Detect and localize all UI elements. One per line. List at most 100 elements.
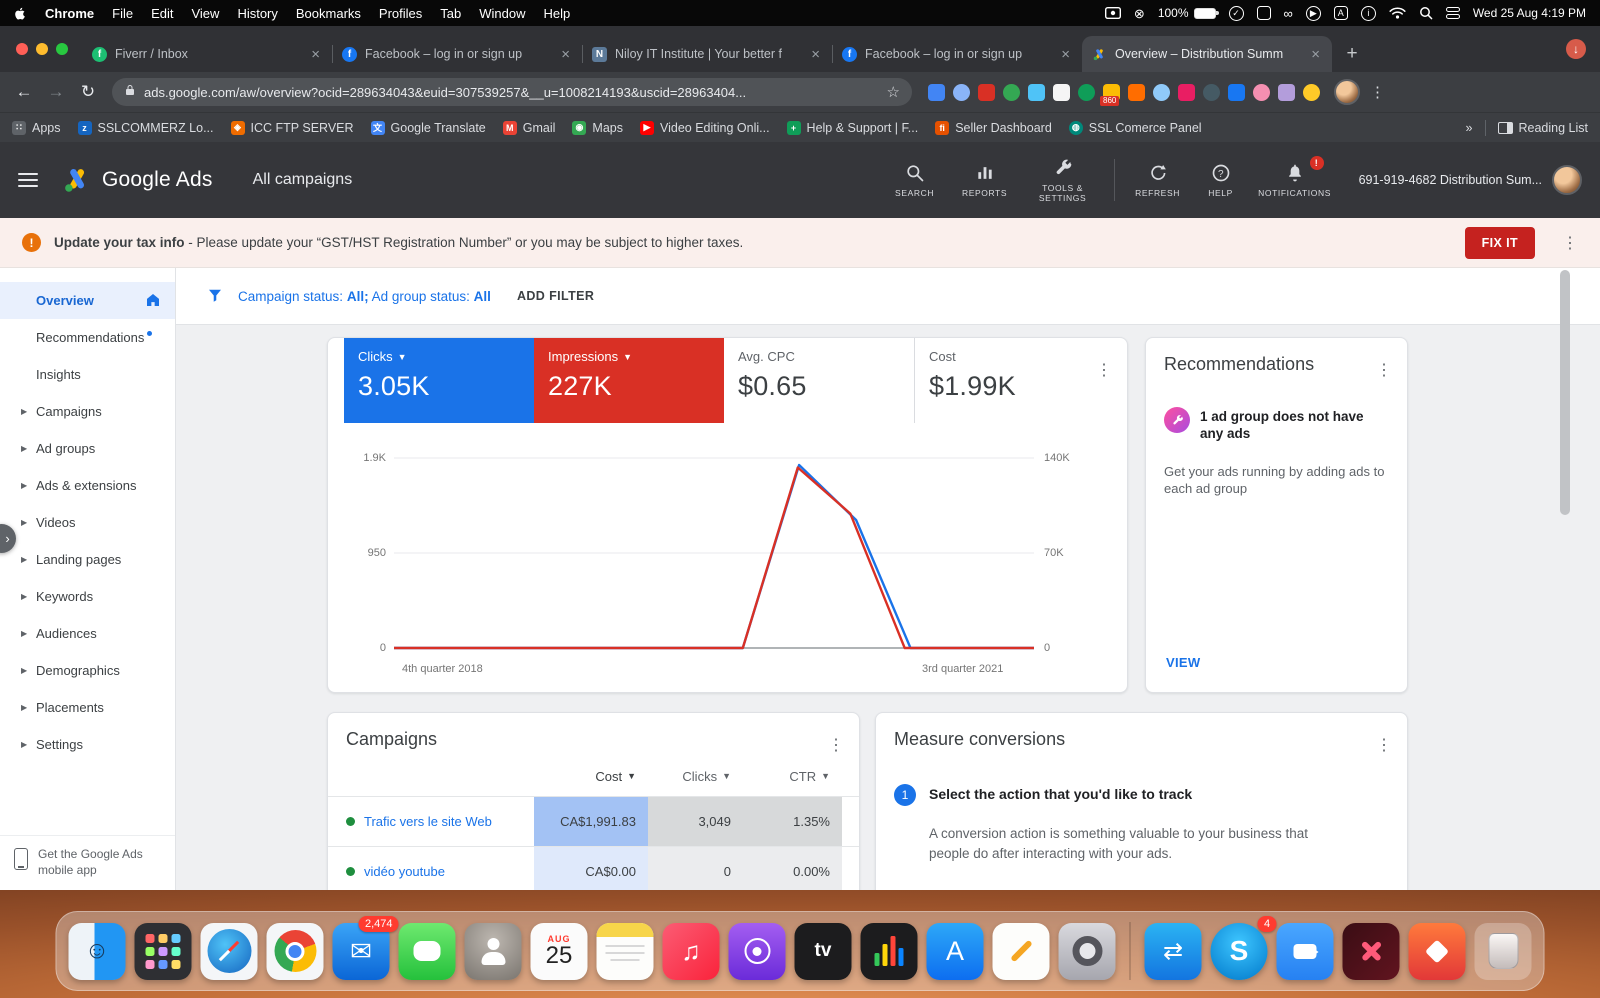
dock-podcasts-icon[interactable] [729, 923, 786, 980]
sidebar-item-campaigns[interactable]: ▶Campaigns [0, 393, 175, 430]
extension-icon[interactable] [1003, 84, 1020, 101]
trend-line-chart[interactable] [344, 450, 1104, 660]
notifications-nav-button[interactable]: NOTIFICATIONS ! [1249, 163, 1341, 198]
tab-fiverr-inbox[interactable]: f Fiverr / Inbox × [82, 36, 332, 72]
scorecard-cost[interactable]: Cost $1.99K [914, 338, 1104, 423]
dock-calendar-icon[interactable]: AUG 25 [531, 923, 588, 980]
bookmark-star-icon[interactable]: ☆ [887, 83, 900, 101]
campaign-row[interactable]: vidéo youtube CA$0.00 0 0.00% [328, 846, 859, 890]
wifi-icon[interactable] [1389, 7, 1406, 19]
chrome-profile-avatar[interactable] [1334, 79, 1360, 105]
extension-icon[interactable]: 860 [1103, 84, 1120, 101]
x-circle-icon[interactable]: ⊗ [1134, 7, 1145, 20]
sidebar-item-settings[interactable]: ▶Settings [0, 726, 175, 763]
new-tab-button[interactable]: + [1338, 40, 1366, 68]
chrome-menu-icon[interactable]: ⋮ [1364, 83, 1391, 101]
downloads-icon[interactable]: ↓ [1566, 39, 1586, 59]
app-square-icon[interactable] [1257, 6, 1271, 20]
bookmarks-overflow-chevron[interactable]: » [1466, 121, 1473, 135]
alert-menu-icon[interactable]: ⋮ [1562, 233, 1578, 253]
bookmark-gmail[interactable]: MGmail [503, 121, 556, 135]
tab-facebook-2[interactable]: f Facebook – log in or sign up × [832, 36, 1082, 72]
dock-app-store-icon[interactable]: A [927, 923, 984, 980]
dock-file-transfer-icon[interactable]: ⇄ [1145, 923, 1202, 980]
bookmark-seller-dashboard[interactable]: fiSeller Dashboard [935, 121, 1052, 135]
sidebar-item-landing-pages[interactable]: ▶Landing pages [0, 541, 175, 578]
bookmark-icc-ftp[interactable]: ◈ICC FTP SERVER [231, 121, 354, 135]
battery-indicator[interactable]: 100% [1158, 6, 1216, 20]
dock-music-icon[interactable]: ♫ [663, 923, 720, 980]
extension-icon[interactable] [1028, 84, 1045, 101]
campaign-link[interactable]: Trafic vers le site Web [364, 814, 492, 829]
tab-niloy-it[interactable]: N Niloy IT Institute | Your better f × [582, 36, 832, 72]
extension-icon[interactable] [1178, 84, 1195, 101]
extension-icon[interactable] [953, 84, 970, 101]
control-center-icon[interactable] [1446, 7, 1460, 19]
apple-menu-icon[interactable] [14, 6, 27, 21]
tab-close-icon[interactable]: × [1059, 46, 1072, 63]
scorecard-clicks[interactable]: Clicks▼ 3.05K [344, 338, 534, 423]
check-circle-icon[interactable]: ✓ [1229, 6, 1244, 21]
filter-status-chip[interactable]: Campaign status: All; Ad group status: A… [238, 289, 491, 304]
campaign-row[interactable]: Trafic vers le site Web CA$1,991.83 3,04… [328, 796, 859, 846]
fix-it-button[interactable]: FIX IT [1465, 227, 1535, 259]
menubar-item-profiles[interactable]: Profiles [379, 6, 422, 21]
reload-icon[interactable]: ↻ [74, 78, 102, 106]
tab-close-icon[interactable]: × [309, 46, 322, 63]
add-filter-button[interactable]: ADD FILTER [517, 289, 594, 303]
menubar-item-history[interactable]: History [237, 6, 277, 21]
dock-safari-icon[interactable] [201, 923, 258, 980]
dock-trash-icon[interactable] [1475, 923, 1532, 980]
zoom-window-button[interactable] [56, 43, 68, 55]
card-menu-icon[interactable]: ⋮ [1376, 360, 1392, 380]
refresh-nav-button[interactable]: REFRESH [1123, 163, 1193, 198]
dock-notes-icon[interactable] [597, 923, 654, 980]
sidebar-item-placements[interactable]: ▶Placements [0, 689, 175, 726]
sidebar-item-demographics[interactable]: ▶Demographics [0, 652, 175, 689]
page-scrollbar[interactable] [1559, 270, 1572, 888]
bookmark-help-support[interactable]: +Help & Support | F... [787, 121, 919, 135]
menubar-item-edit[interactable]: Edit [151, 6, 173, 21]
dock-red-diamond-app-icon[interactable] [1409, 923, 1466, 980]
sidebar-item-ads-extensions[interactable]: ▶Ads & extensions [0, 467, 175, 504]
google-ads-logo[interactable]: Google Ads [62, 165, 253, 195]
view-link[interactable]: VIEW [1166, 655, 1200, 670]
dock-zoom-icon[interactable] [1277, 923, 1334, 980]
forward-icon[interactable]: → [42, 78, 70, 106]
dock-messages-icon[interactable] [399, 923, 456, 980]
bookmark-google-translate[interactable]: 文Google Translate [371, 121, 486, 135]
minimize-window-button[interactable] [36, 43, 48, 55]
column-header-clicks[interactable]: Clicks▼ [648, 769, 743, 784]
grammarly-icon[interactable]: A [1334, 6, 1348, 20]
menubar-clock[interactable]: Wed 25 Aug 4:19 PM [1473, 6, 1586, 20]
scorecard-impressions[interactable]: Impressions▼ 227K [534, 338, 724, 423]
menubar-item-window[interactable]: Window [479, 6, 525, 21]
bookmark-sslcommerz[interactable]: zSSLCOMMERZ Lo... [78, 121, 214, 135]
menubar-item-tab[interactable]: Tab [440, 6, 461, 21]
tab-close-icon[interactable]: × [559, 46, 572, 63]
card-menu-icon[interactable]: ⋮ [1376, 735, 1392, 755]
column-header-cost[interactable]: Cost▼ [534, 769, 648, 784]
extension-icon[interactable] [928, 84, 945, 101]
extension-icon[interactable] [1228, 84, 1245, 101]
address-bar[interactable]: ads.google.com/aw/overview?ocid=28963404… [112, 78, 912, 106]
dock-launchpad-icon[interactable] [135, 923, 192, 980]
dock-contacts-icon[interactable] [465, 923, 522, 980]
extension-icon[interactable] [1153, 84, 1170, 101]
dock-mail-icon[interactable]: ✉2,474 [333, 923, 390, 980]
filter-funnel-icon[interactable] [206, 286, 224, 307]
menubar-item-view[interactable]: View [191, 6, 219, 21]
reading-list-button[interactable]: Reading List [1498, 121, 1589, 135]
account-avatar[interactable] [1552, 165, 1582, 195]
recommendation-item[interactable]: 1 ad group does not have any ads [1164, 407, 1389, 443]
extension-icon[interactable] [1303, 84, 1320, 101]
dock-apple-tv-icon[interactable]: tv [795, 923, 852, 980]
column-header-ctr[interactable]: CTR▼ [743, 769, 842, 784]
play-circle-icon[interactable]: ▶ [1306, 6, 1321, 21]
extension-icon[interactable] [1253, 84, 1270, 101]
bookmark-maps[interactable]: ◉Maps [572, 121, 623, 135]
dock-skype-icon[interactable]: S4 [1211, 923, 1268, 980]
dock-system-preferences-icon[interactable] [1059, 923, 1116, 980]
bookmark-video-editing[interactable]: ▶Video Editing Onli... [640, 121, 770, 135]
lock-icon[interactable] [124, 83, 136, 102]
